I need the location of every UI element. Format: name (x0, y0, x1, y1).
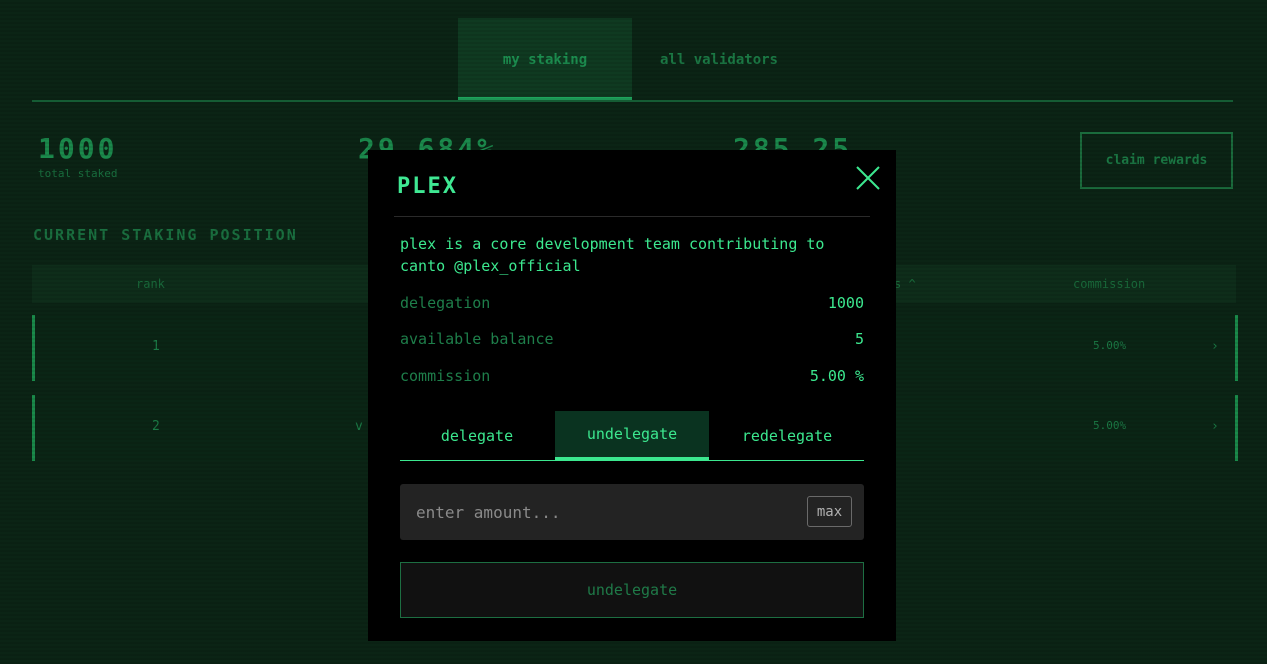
chevron-right-icon: › (1211, 339, 1219, 354)
section-title: CURRENT STAKING POSITION (33, 226, 298, 244)
claim-rewards-button[interactable]: claim rewards (1080, 132, 1233, 189)
stat-label: total staked (38, 167, 118, 180)
row-name: v (355, 419, 363, 434)
info-delegation: delegation 1000 (400, 294, 864, 314)
undelegate-button[interactable]: undelegate (400, 562, 864, 618)
info-commission: commission 5.00 % (400, 367, 864, 387)
header-staked: s ^ (894, 277, 916, 291)
page-tabs: my staking all validators (32, 18, 1233, 102)
row-commission: 5.00% (1093, 339, 1127, 352)
header-commission: commission (1073, 277, 1146, 291)
info-available-balance: available balance 5 (400, 330, 864, 350)
tab-redelegate[interactable]: redelegate (710, 411, 864, 461)
tab-delegate[interactable]: delegate (400, 411, 554, 461)
amount-input[interactable] (400, 484, 800, 540)
info-key: commission (400, 367, 491, 385)
divider (394, 216, 870, 217)
info-value: 5 (854, 330, 864, 348)
tab-my-staking[interactable]: my staking (458, 18, 632, 100)
action-tabs: delegate undelegate redelegate (400, 411, 864, 461)
header-rank: rank (136, 277, 165, 291)
info-key: available balance (400, 330, 554, 348)
row-commission: 5.00% (1093, 419, 1127, 432)
close-icon[interactable] (854, 164, 882, 192)
tab-all-validators[interactable]: all validators (642, 18, 796, 100)
stat-total-staked: 1000 total staked (38, 132, 117, 180)
info-value: 5.00 % (809, 367, 864, 385)
validator-description: plex is a core development team contribu… (400, 235, 825, 275)
row-rank: 2 (152, 419, 160, 434)
tab-undelegate[interactable]: undelegate (555, 411, 709, 461)
row-rank: 1 (152, 339, 160, 354)
modal-title: PLEX (397, 174, 458, 199)
validator-modal: PLEX plex is a core development team con… (368, 150, 896, 641)
info-key: delegation (400, 294, 491, 312)
info-value: 1000 (827, 294, 864, 312)
chevron-right-icon: › (1211, 419, 1219, 434)
stat-value: 1000 (38, 132, 118, 165)
max-button[interactable]: max (807, 496, 852, 527)
amount-field: max (400, 484, 864, 540)
